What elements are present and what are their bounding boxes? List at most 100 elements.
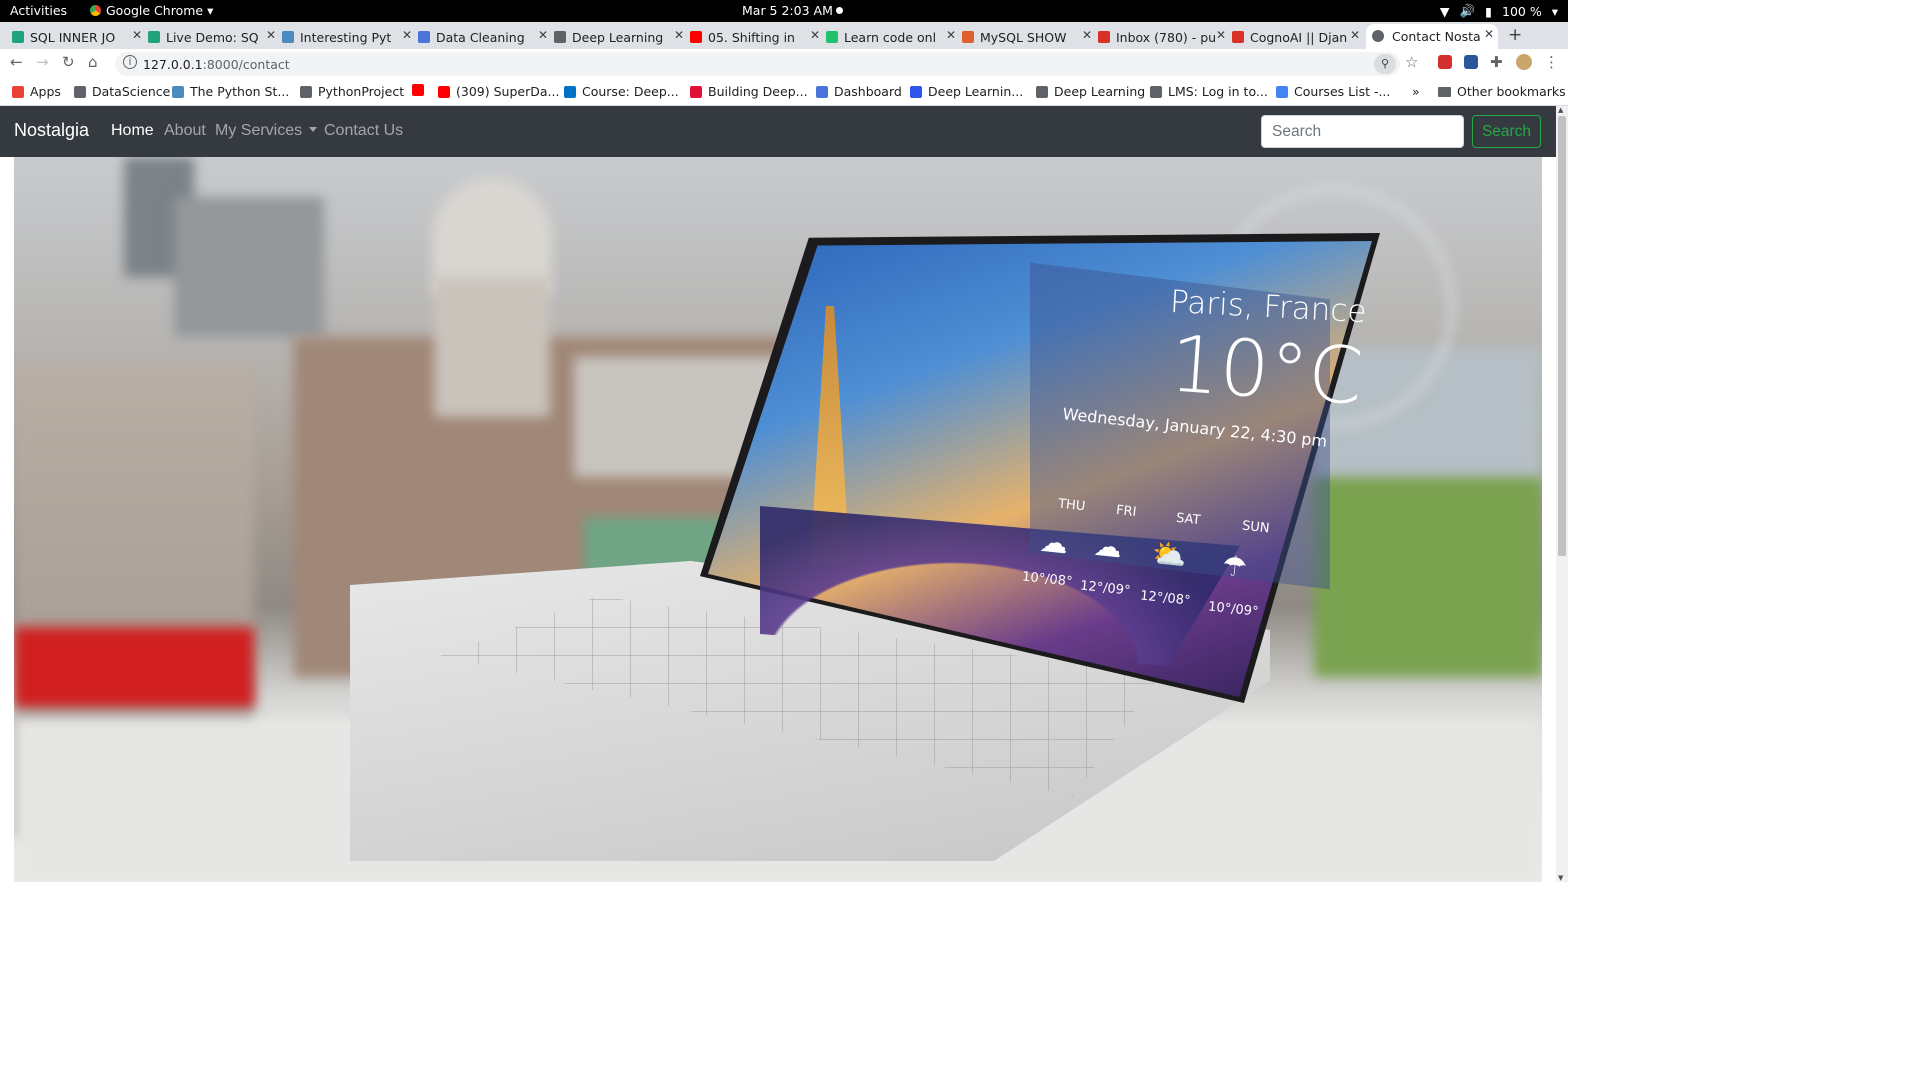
tab-strip: SQL INNER JO ✕ Live Demo: SQ ✕ Interesting P… — [0, 22, 1568, 49]
tab-close-icon[interactable]: ✕ — [674, 28, 684, 42]
bookmark-item[interactable]: The Python St... — [172, 84, 289, 99]
battery-percent: 100 % — [1502, 3, 1542, 19]
nav-contact-us[interactable]: Contact Us — [324, 122, 403, 140]
tab-6[interactable]: 05. Shifting in ✕ — [690, 25, 824, 49]
app-menu[interactable]: Google Chrome ▾ — [90, 3, 213, 18]
url-host: 127.0.0.1 — [143, 57, 203, 72]
tab-11[interactable]: Contact Nosta ✕ — [1366, 24, 1498, 49]
url-path: :8000/contact — [202, 57, 290, 72]
extension-blue-icon[interactable] — [1464, 55, 1478, 69]
back-icon[interactable]: ← — [10, 53, 23, 71]
tab-close-icon[interactable]: ✕ — [810, 28, 820, 42]
bookmark-item[interactable]: PythonProject — [300, 84, 404, 99]
weather-day: FRI — [1115, 502, 1138, 521]
tab-close-icon[interactable]: ✕ — [402, 28, 412, 42]
tab-7[interactable]: Learn code onl ✕ — [826, 25, 960, 49]
weather-day: SAT — [1175, 510, 1202, 529]
tab-favicon-icon — [1372, 30, 1384, 42]
sun-cloud-icon: ⛅ — [1150, 536, 1189, 573]
bookmark-item[interactable]: Building Deep... — [690, 84, 808, 99]
tab-favicon-icon — [690, 31, 702, 43]
bookmark-favicon-icon — [438, 85, 450, 98]
bookmark-item[interactable]: DataScience — [74, 84, 170, 99]
bookmark-star-icon[interactable]: ☆ — [1405, 53, 1418, 71]
rain-icon: ☂ — [1220, 548, 1249, 585]
bookmark-item[interactable] — [412, 84, 430, 96]
search-input[interactable]: Search — [1261, 115, 1464, 148]
system-tray[interactable]: ▼ 🔊 ▮ 100 % ▾ — [1440, 3, 1558, 19]
scroll-down-icon[interactable]: ▼ — [1558, 874, 1563, 882]
bookmark-item[interactable]: Dashboard — [816, 84, 902, 99]
reload-icon[interactable]: ↻ — [62, 53, 75, 71]
bookmark-favicon-icon — [12, 85, 24, 98]
nav-my-services[interactable]: My Services — [215, 122, 318, 140]
tab-4[interactable]: Data Cleaning ✕ — [418, 25, 552, 49]
caret-down-icon — [309, 127, 318, 132]
bookmark-item[interactable]: Deep Learnin... — [910, 84, 1023, 99]
scroll-up-icon[interactable]: ▲ — [1558, 106, 1563, 114]
bookmark-favicon-icon — [690, 85, 702, 98]
search-button[interactable]: Search — [1472, 115, 1541, 148]
bookmark-label: DataScience — [92, 84, 171, 99]
puzzle-extensions-icon[interactable]: ✚ — [1490, 53, 1503, 71]
new-tab-button[interactable]: + — [1508, 25, 1522, 45]
browser-toolbar: ← → ↻ ⌂ i 127.0.0.1:8000/contact ⚲ ☆ ✚ ⋮ — [0, 49, 1568, 79]
storm-icon: ☁ — [1038, 524, 1070, 561]
tab-favicon-icon — [12, 31, 24, 43]
clock[interactable]: Mar 5 2:03 AM — [742, 3, 833, 18]
chrome-icon — [90, 5, 101, 16]
tab-8[interactable]: MySQL SHOW ✕ — [962, 25, 1096, 49]
tab-label: CognoAI || Djan — [1250, 29, 1348, 45]
tab-label: MySQL SHOW — [980, 29, 1067, 45]
activities-button[interactable]: Activities — [10, 3, 67, 18]
bookmark-label: Courses List -... — [1294, 84, 1391, 99]
zoom-icon[interactable]: ⚲ — [1374, 54, 1396, 74]
forward-icon[interactable]: → — [36, 53, 49, 71]
bookmark-item[interactable]: Deep Learning — [1036, 84, 1145, 99]
tab-close-icon[interactable]: ✕ — [1484, 27, 1494, 41]
tab-1[interactable]: SQL INNER JO ✕ — [12, 25, 146, 49]
tab-close-icon[interactable]: ✕ — [132, 28, 142, 42]
bookmark-item[interactable]: LMS: Log in to... — [1150, 84, 1268, 99]
tab-close-icon[interactable]: ✕ — [1082, 28, 1092, 42]
tab-10[interactable]: CognoAI || Djan ✕ — [1232, 25, 1364, 49]
bookmark-item[interactable]: Courses List -... — [1276, 84, 1390, 99]
tab-3[interactable]: Interesting Pyt ✕ — [282, 25, 416, 49]
bookmark-label: Dashboard — [834, 84, 902, 99]
site-brand[interactable]: Nostalgia — [14, 120, 89, 141]
bookmarks-overflow-button[interactable]: » — [1412, 84, 1420, 99]
tab-close-icon[interactable]: ✕ — [946, 28, 956, 42]
scrollbar-thumb[interactable] — [1558, 116, 1566, 556]
page-viewport: Nostalgia Home About My Services Contact… — [0, 106, 1556, 882]
app-name: Google Chrome — [106, 3, 204, 18]
background-awning — [14, 627, 254, 707]
info-icon[interactable]: i — [123, 55, 137, 69]
nav-about[interactable]: About — [164, 122, 206, 140]
bookmark-item[interactable]: Apps — [12, 84, 61, 99]
tab-close-icon[interactable]: ✕ — [1350, 28, 1360, 42]
tab-close-icon[interactable]: ✕ — [266, 28, 276, 42]
bookmark-favicon-icon — [1150, 85, 1162, 98]
profile-avatar[interactable] — [1516, 54, 1532, 70]
tab-9[interactable]: Inbox (780) - pu ✕ — [1098, 25, 1230, 49]
tab-2[interactable]: Live Demo: SQ ✕ — [148, 25, 280, 49]
url-text[interactable]: 127.0.0.1:8000/contact — [143, 57, 290, 72]
tab-favicon-icon — [1232, 31, 1244, 43]
nav-home[interactable]: Home — [111, 122, 154, 140]
bookmark-label: Apps — [30, 84, 61, 99]
tab-close-icon[interactable]: ✕ — [1216, 28, 1226, 42]
home-icon[interactable]: ⌂ — [88, 53, 98, 71]
bookmark-label: LMS: Log in to... — [1168, 84, 1268, 99]
bookmark-favicon-icon — [412, 84, 424, 96]
bookmark-item[interactable]: (309) SuperDa... — [438, 84, 559, 99]
address-bar[interactable]: i 127.0.0.1:8000/contact ⚲ — [115, 52, 1400, 76]
bookmark-item[interactable]: Course: Deep... — [564, 84, 679, 99]
extension-red-icon[interactable] — [1438, 55, 1452, 69]
tab-label: Contact Nosta — [1392, 29, 1481, 44]
page-scrollbar[interactable]: ▲ ▼ — [1556, 106, 1568, 882]
tab-close-icon[interactable]: ✕ — [538, 28, 548, 42]
tab-5[interactable]: Deep Learning ✕ — [554, 25, 688, 49]
bookmark-favicon-icon — [816, 85, 828, 98]
other-bookmarks-folder[interactable]: Other bookmarks — [1438, 84, 1566, 99]
menu-kebab-icon[interactable]: ⋮ — [1544, 53, 1559, 71]
